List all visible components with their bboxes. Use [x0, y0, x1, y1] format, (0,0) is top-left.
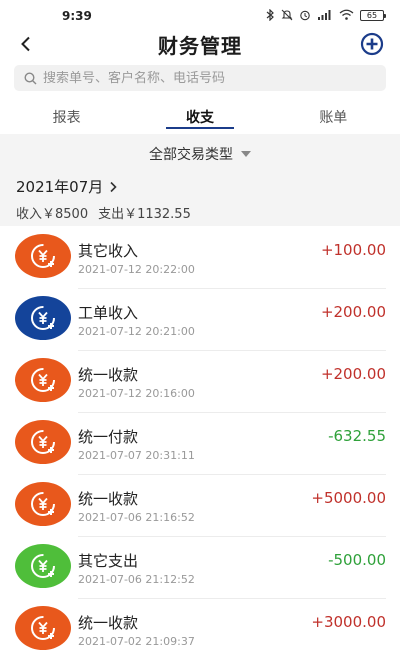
- income-total: 收入￥8500: [16, 207, 89, 222]
- transaction-row[interactable]: 统一收款 2021-07-12 20:16:00 +200.00: [0, 350, 400, 412]
- transaction-title: 其它支出: [78, 552, 139, 570]
- filter-row: 全部交易类型: [0, 134, 400, 174]
- page-title: 财务管理: [158, 34, 242, 58]
- yuan-icon: [15, 420, 71, 464]
- chevron-left-icon: [21, 36, 30, 52]
- header: 财务管理: [0, 28, 400, 60]
- yuan-icon: [15, 234, 71, 278]
- transaction-row[interactable]: 统一收款 2021-07-02 21:09:37 +3000.00: [0, 598, 400, 660]
- back-button[interactable]: [12, 30, 40, 58]
- status-bar: 9:39 65: [0, 0, 400, 28]
- transaction-title: 工单收入: [78, 304, 139, 322]
- add-button[interactable]: [358, 30, 386, 58]
- transaction-title: 统一收款: [78, 490, 139, 508]
- search-box[interactable]: [14, 65, 386, 91]
- status-icons: 65: [266, 8, 386, 22]
- transaction-date: 2021-07-06 21:12:52: [78, 573, 195, 586]
- transaction-date: 2021-07-12 20:16:00: [78, 387, 195, 400]
- transaction-row[interactable]: 统一收款 2021-07-06 21:16:52 +5000.00: [0, 474, 400, 536]
- transaction-date: 2021-07-06 21:16:52: [78, 511, 195, 524]
- yuan-icon: [15, 358, 71, 402]
- tab-bills[interactable]: 账单: [267, 96, 400, 134]
- battery-icon: 65: [360, 9, 386, 21]
- transaction-date: 2021-07-02 21:09:37: [78, 635, 195, 648]
- transaction-amount: -500.00: [328, 551, 386, 569]
- tab-bar: 报表 收支 账单: [0, 96, 400, 134]
- plus-circle-icon: [360, 32, 384, 56]
- caret-down-icon: [241, 151, 251, 157]
- yuan-icon: [15, 296, 71, 340]
- yuan-icon: [15, 606, 71, 650]
- transaction-title: 其它收入: [78, 242, 139, 260]
- month-summary: 收入￥8500 支出￥1132.55: [16, 203, 191, 222]
- transaction-row[interactable]: 工单收入 2021-07-12 20:21:00 +200.00: [0, 288, 400, 350]
- transaction-row[interactable]: 其它支出 2021-07-06 21:12:52 -500.00: [0, 536, 400, 598]
- transaction-date: 2021-07-07 20:31:11: [78, 449, 195, 462]
- transaction-title: 统一付款: [78, 428, 139, 446]
- yuan-icon: [15, 544, 71, 588]
- transaction-date: 2021-07-12 20:22:00: [78, 263, 195, 276]
- expense-total: 支出￥1132.55: [98, 207, 191, 222]
- transaction-title: 统一收款: [78, 614, 139, 632]
- tab-reports[interactable]: 报表: [0, 96, 133, 134]
- transaction-row[interactable]: 其它收入 2021-07-12 20:22:00 +100.00: [0, 226, 400, 288]
- transaction-type-filter[interactable]: 全部交易类型: [149, 144, 251, 164]
- mute-icon: [281, 9, 293, 21]
- bluetooth-icon: [266, 9, 274, 21]
- chevron-right-icon: [110, 181, 117, 192]
- tab-income-expense[interactable]: 收支: [133, 96, 266, 134]
- transaction-list: 其它收入 2021-07-12 20:22:00 +100.00 工单收入 2021-0…: [0, 226, 400, 666]
- transaction-amount: +200.00: [320, 303, 386, 321]
- transaction-amount: -632.55: [328, 427, 386, 445]
- wifi-icon: [339, 9, 354, 20]
- transaction-amount: +200.00: [320, 365, 386, 383]
- transaction-amount: +3000.00: [311, 613, 386, 631]
- month-label: 2021年07月: [16, 178, 104, 196]
- transaction-title: 统一收款: [78, 366, 139, 384]
- search-bar: [0, 60, 400, 96]
- yuan-icon: [15, 482, 71, 526]
- filter-label: 全部交易类型: [149, 147, 233, 163]
- search-input[interactable]: [43, 70, 373, 86]
- transaction-amount: +5000.00: [311, 489, 386, 507]
- transaction-amount: +100.00: [320, 241, 386, 259]
- transaction-row[interactable]: 统一付款 2021-07-07 20:31:11 -632.55: [0, 412, 400, 474]
- month-selector[interactable]: 2021年07月: [16, 176, 117, 197]
- alarm-icon: [300, 10, 310, 21]
- transaction-date: 2021-07-12 20:21:00: [78, 325, 195, 338]
- search-icon: [24, 71, 37, 84]
- status-time: 9:39: [62, 9, 92, 23]
- signal-icon: [318, 10, 331, 20]
